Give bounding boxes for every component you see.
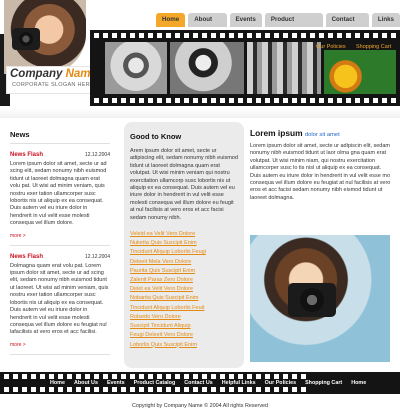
footer-nav: Home About Us Events Product Catalog Con…: [50, 376, 366, 390]
header-photo-camera-woman: [4, 0, 86, 74]
link-item[interactable]: Zalenit Paras Zero Dolore: [130, 276, 238, 285]
link-item[interactable]: Tincidunt Aliquip Loborlis Feugi: [130, 248, 238, 257]
news-item-text: Dolmagna quam erat volu pat. Lorem ipsum…: [10, 262, 109, 336]
link-item[interactable]: Suscipit Tincidunt Aliquip: [130, 322, 238, 331]
link-item[interactable]: Feugi Deleeit Vero Dolore: [130, 331, 238, 340]
link-item[interactable]: Nobarita Quis Suscipit Enim: [130, 294, 238, 303]
news-item: News Flash 12.12.2004 Dolmagna quam erat…: [10, 252, 110, 355]
news-column: News News Flash 12.12.2004 Lorem ipsum d…: [10, 130, 110, 361]
news-item: News Flash 12.12.2004 Lorem ipsum dolor …: [10, 150, 110, 246]
news-title: News: [10, 130, 110, 144]
footer-link-helpful-links[interactable]: Helpful Links: [222, 376, 256, 390]
copyright-text: Copyright by Company Name © 2004 All rig…: [131, 403, 269, 409]
news-item-date: 12.12.2004: [84, 152, 110, 158]
camera-icon: [12, 28, 40, 50]
news-more-link[interactable]: more >: [10, 233, 110, 246]
nav-tab-links[interactable]: Links: [371, 13, 400, 27]
good-to-know-panel: Good to Know Arem ipsum dolor sit amet, …: [124, 122, 244, 368]
nav-tab-product-catalog[interactable]: Product Catalog: [264, 13, 323, 37]
footer-link-our-policies[interactable]: Our Policies: [265, 376, 296, 390]
footer-link-home[interactable]: Home: [50, 376, 65, 390]
header-filmstrip: [90, 30, 400, 106]
news-item-title[interactable]: News Flash: [10, 150, 43, 160]
link-item[interactable]: Rolsedo Vero Dolore: [130, 313, 238, 322]
film-holes-bottom: [90, 98, 400, 103]
link-item[interactable]: Tincidunt Aliquip Loborlis Feuit: [130, 304, 238, 313]
photographer-photo: [250, 235, 390, 362]
link-item[interactable]: Loborlis Quis Suscipit Enim: [130, 341, 238, 350]
film-frame-photo-flowers: [324, 50, 396, 94]
film-frame-photo-3: [247, 42, 321, 94]
footer-link-contact-us[interactable]: Contact Us: [184, 376, 212, 390]
news-item-text: Lorem ipsum dolor sit amet, secte ur ad …: [10, 161, 107, 227]
nav-tab-home[interactable]: Home: [156, 13, 186, 27]
company-name[interactable]: Company Name: [10, 68, 97, 80]
good-to-know-links: Veleid ea Velit Vero Dolore Nulorita Qui…: [130, 230, 238, 350]
header-divider: [0, 108, 400, 118]
footer-link-home-2[interactable]: Home: [351, 376, 366, 390]
lorem-ipsum-title: Lorem ipsum dolor sit amet: [250, 128, 340, 138]
nav-tab-contact-us[interactable]: Contact Us: [325, 13, 369, 37]
page: Company Name CORPORATE SLOGAN HERE Home …: [0, 0, 400, 416]
footer-link-shopping-cart[interactable]: Shopping Cart: [305, 376, 342, 390]
footer-link-about-us[interactable]: About Us: [74, 376, 98, 390]
top-nav: Home About Us Events Product Catalog Con…: [156, 13, 400, 37]
our-policies-link[interactable]: Our Policies: [316, 44, 346, 50]
link-item[interactable]: Nulorita Quis Suscipit Enim: [130, 239, 238, 248]
nav-tab-events[interactable]: Events: [229, 13, 262, 27]
news-more-link[interactable]: more >: [10, 342, 110, 355]
lorem-ipsum-column: Lorem ipsum dolor sit amet Lorem ipsum d…: [250, 128, 392, 362]
camera-icon: [288, 283, 336, 317]
link-item[interactable]: Delet ea Velit Vero Dolore: [130, 285, 238, 294]
news-item-title[interactable]: News Flash: [10, 252, 43, 262]
footer-link-product-catalog[interactable]: Product Catalog: [134, 376, 176, 390]
lorem-ipsum-subtitle[interactable]: dolor sit amet: [305, 132, 340, 138]
good-to-know-text: Arem ipsum dolor sit amet, secte ur adip…: [130, 148, 238, 221]
link-item[interactable]: Paurita Quis Suscipit Enim: [130, 267, 238, 276]
company-slogan: CORPORATE SLOGAN HERE: [12, 82, 94, 88]
film-frame-photo-1: [105, 42, 167, 94]
film-holes-top: [90, 33, 400, 38]
footer-link-events[interactable]: Events: [107, 376, 125, 390]
link-item[interactable]: Veleid ea Velit Vero Dolore: [130, 230, 238, 239]
film-frame-photo-2: [170, 42, 244, 94]
news-item-date: 12.12.2004: [84, 253, 110, 260]
shopping-cart-link[interactable]: Shopping Cart: [356, 44, 391, 50]
lorem-ipsum-text: Lorem ipsum dolor sit amet, secte ur adi…: [250, 143, 391, 201]
good-to-know-title: Good to Know: [130, 132, 182, 141]
link-item[interactable]: Deleeit Mela Vero Dolore: [130, 258, 238, 267]
nav-tab-about-us[interactable]: About Us: [188, 13, 227, 37]
